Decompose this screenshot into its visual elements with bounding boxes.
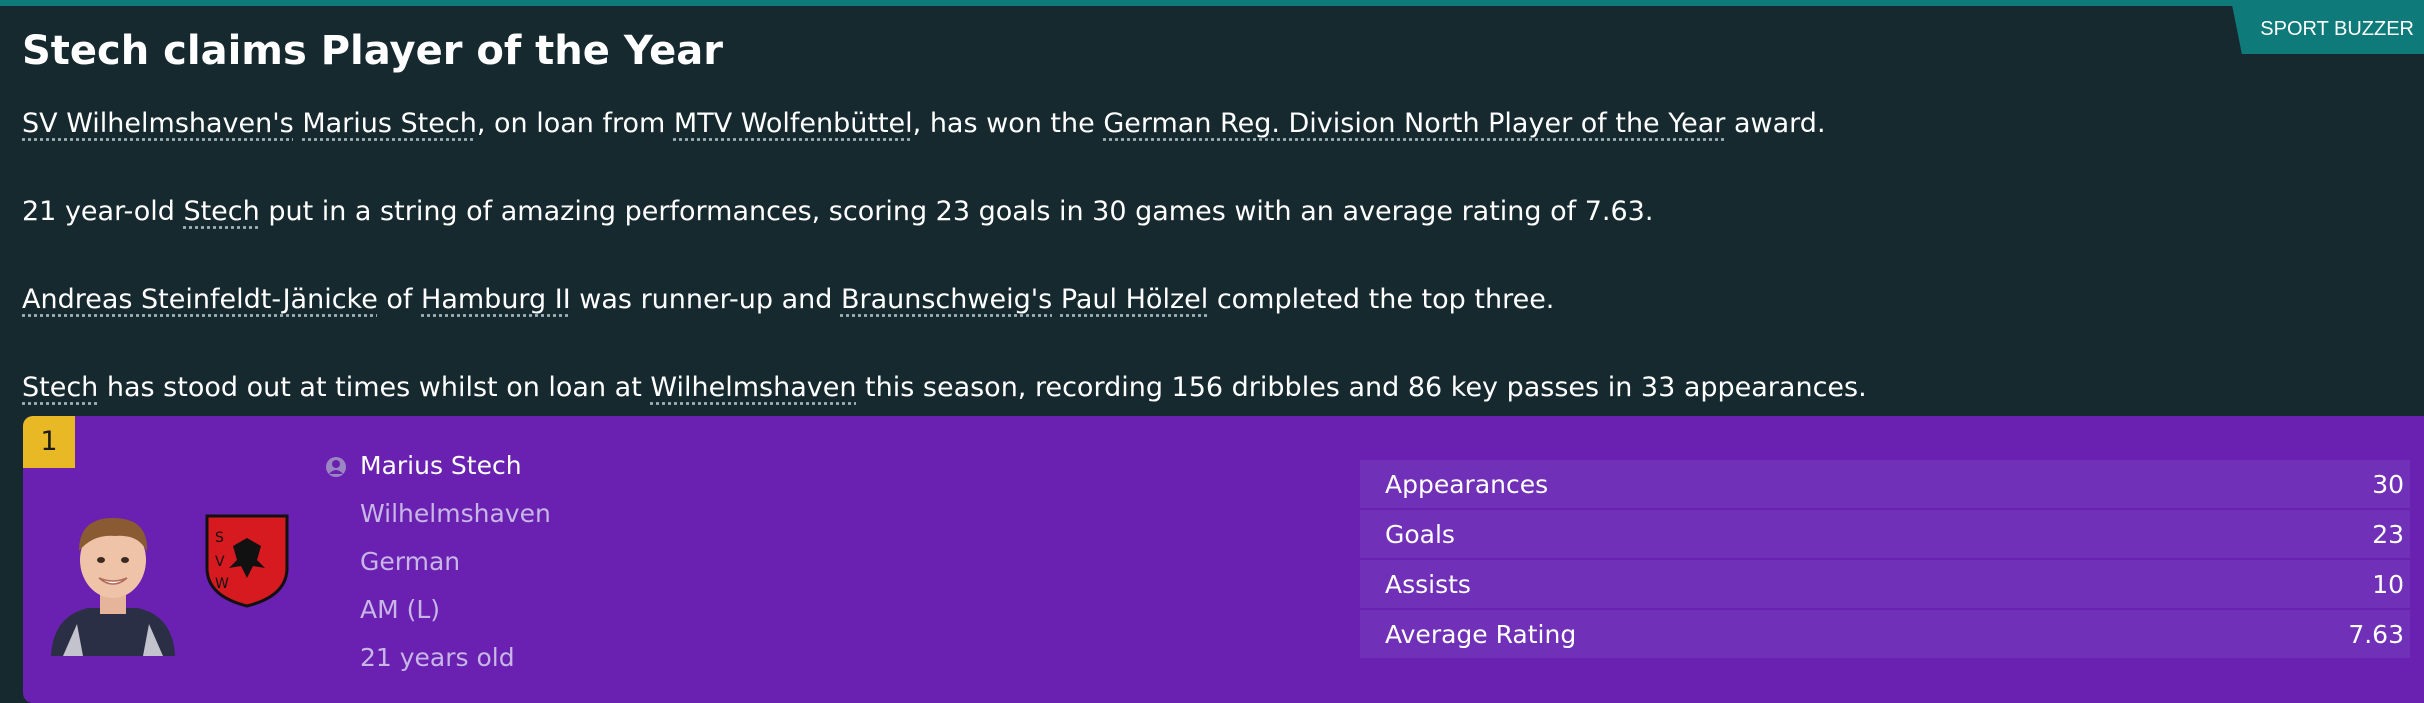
stat-label: Goals bbox=[1385, 519, 1455, 549]
paragraph-3: Andreas Steinfeldt-Jänicke of Hamburg II… bbox=[22, 284, 1555, 315]
crest-letters: S bbox=[215, 530, 224, 546]
player-face-image[interactable] bbox=[43, 496, 183, 656]
club-link-braunschweig[interactable]: Braunschweig's bbox=[841, 284, 1052, 315]
news-headline: Stech claims Player of the Year bbox=[22, 28, 723, 74]
stat-label: Assists bbox=[1385, 569, 1471, 599]
player-link-stech[interactable]: Stech bbox=[183, 196, 259, 227]
player-club[interactable]: Wilhelmshaven bbox=[360, 494, 551, 542]
club-link-wilhelmshaven[interactable]: Wilhelmshaven bbox=[650, 372, 856, 403]
svg-text:V: V bbox=[215, 554, 225, 570]
stat-value: 7.63 bbox=[2348, 619, 2404, 649]
player-position: AM (L) bbox=[360, 595, 441, 624]
stat-value: 10 bbox=[2372, 569, 2404, 599]
stat-row-goals: Goals 23 bbox=[1360, 510, 2410, 558]
player-link-steinfeldt[interactable]: Andreas Steinfeldt-Jänicke bbox=[22, 284, 378, 315]
stat-value: 30 bbox=[2372, 469, 2404, 499]
rank-badge: 1 bbox=[23, 416, 75, 468]
club-crest-icon[interactable]: S V W bbox=[203, 512, 291, 608]
player-link-stech[interactable]: Stech bbox=[22, 372, 98, 403]
player-info: Marius Stech Wilhelmshaven German AM (L)… bbox=[360, 446, 551, 686]
player-link-stech[interactable]: Marius Stech bbox=[302, 108, 477, 139]
stat-label: Average Rating bbox=[1385, 619, 1577, 649]
source-badge: SPORT BUZZER bbox=[2232, 6, 2424, 54]
stat-row-assists: Assists 10 bbox=[1360, 560, 2410, 608]
player-link-hoelzel[interactable]: Paul Hölzel bbox=[1061, 284, 1208, 315]
player-age: 21 years old bbox=[360, 643, 515, 672]
award-link[interactable]: German Reg. Division North Player of the… bbox=[1103, 108, 1725, 139]
stat-row-average-rating: Average Rating 7.63 bbox=[1360, 610, 2410, 658]
stat-value: 23 bbox=[2372, 519, 2404, 549]
top-accent-bar bbox=[0, 0, 2424, 6]
article-body: SV Wilhelmshaven's Marius Stech, on loan… bbox=[22, 104, 2322, 456]
stat-label: Appearances bbox=[1385, 469, 1549, 499]
player-card[interactable]: 1 S V W Marius Stech Wilhelmshaven Germa… bbox=[23, 416, 2424, 703]
club-link-wilhelmshaven[interactable]: SV Wilhelmshaven's bbox=[22, 108, 294, 139]
club-link-wolfenbuettel[interactable]: MTV Wolfenbüttel bbox=[674, 108, 913, 139]
paragraph-1: SV Wilhelmshaven's Marius Stech, on loan… bbox=[22, 108, 1826, 139]
paragraph-2: 21 year-old Stech put in a string of ama… bbox=[22, 196, 1654, 227]
player-name[interactable]: Marius Stech bbox=[360, 446, 551, 494]
svg-text:W: W bbox=[215, 576, 229, 592]
player-nationality[interactable]: German bbox=[360, 542, 551, 590]
stats-table: Appearances 30 Goals 23 Assists 10 Avera… bbox=[1360, 460, 2410, 660]
club-link-hamburg-ii[interactable]: Hamburg II bbox=[421, 284, 571, 315]
person-icon bbox=[326, 457, 346, 477]
stat-row-appearances: Appearances 30 bbox=[1360, 460, 2410, 508]
